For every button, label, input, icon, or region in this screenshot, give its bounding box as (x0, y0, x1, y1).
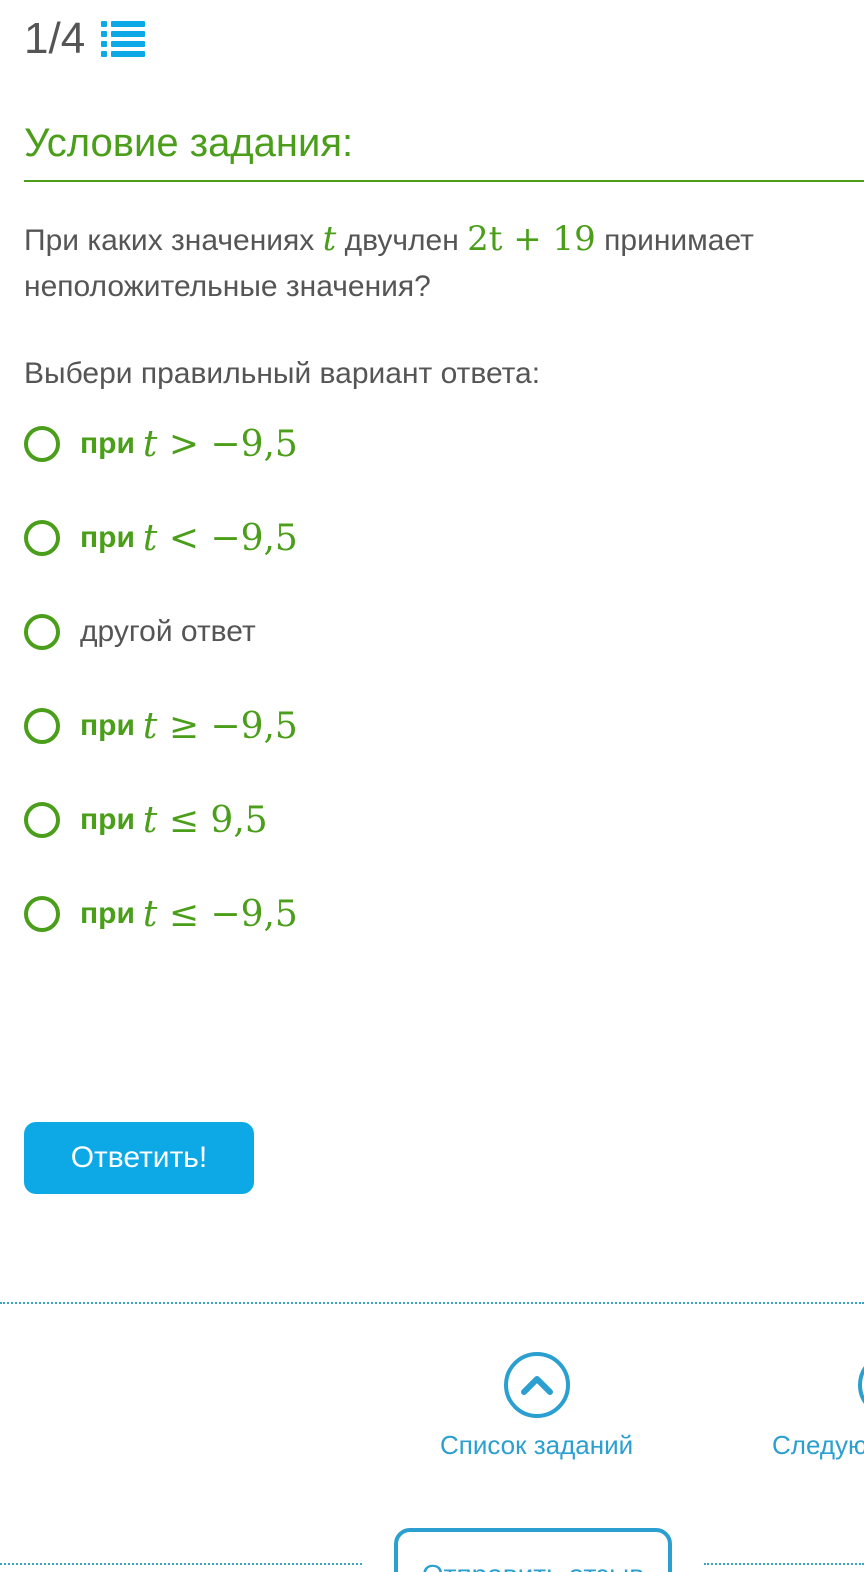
option-5[interactable]: при t ≤ 9,5 (24, 794, 844, 846)
task-page: 1/4 Условие задания: При каких значениях… (0, 0, 864, 1572)
next-task-label: Следую (772, 1430, 864, 1460)
answer-button[interactable]: Ответить! (24, 1122, 254, 1194)
next-task-link[interactable]: Следую (772, 1352, 864, 1461)
option-1[interactable]: при t > −9,5 (24, 418, 844, 470)
option-math: t ≤ −9,5 (142, 893, 298, 935)
question-text: При каких значениях t двучлен 2t + 19 пр… (24, 216, 824, 310)
task-heading: Условие задания: (24, 121, 354, 165)
chevron-up-icon[interactable] (503, 1352, 570, 1418)
feedback-divider-left (0, 1563, 362, 1565)
option-prefix: при (80, 897, 135, 930)
feedback-button[interactable]: Отправить отзыв (394, 1528, 672, 1572)
footer-divider (0, 1302, 864, 1304)
option-math: t ≤ 9,5 (142, 799, 268, 841)
question-part-2: двучлен (344, 224, 459, 257)
radio-circle-icon[interactable] (24, 802, 60, 838)
option-6[interactable]: при t ≤ −9,5 (24, 888, 844, 940)
option-4[interactable]: при t ≥ −9,5 (24, 700, 844, 752)
option-3[interactable]: другой ответ (24, 606, 844, 658)
chevron-right-icon[interactable] (858, 1352, 864, 1418)
radio-circle-icon[interactable] (24, 426, 60, 462)
option-prefix: при (80, 427, 135, 460)
option-math: t ≥ −9,5 (142, 705, 298, 747)
feedback-divider-right (704, 1563, 864, 1565)
radio-circle-icon[interactable] (24, 896, 60, 932)
heading-divider (24, 180, 864, 182)
answer-options: при t > −9,5 при t < −9,5 другой ответ п… (24, 418, 844, 982)
option-prefix: при (80, 521, 135, 554)
radio-circle-icon[interactable] (24, 708, 60, 744)
progress-counter: 1/4 (24, 14, 146, 64)
option-math: t < −9,5 (142, 517, 298, 559)
task-list-link[interactable]: Список заданий (440, 1352, 633, 1461)
option-2[interactable]: при t < −9,5 (24, 512, 844, 564)
task-list-label: Список заданий (440, 1430, 634, 1460)
option-text: другой ответ (80, 615, 256, 648)
question-part-1: При каких значениях (24, 224, 315, 257)
list-icon[interactable] (101, 19, 146, 59)
progress-text: 1/4 (24, 14, 86, 63)
question-variable: t (322, 219, 337, 259)
option-prefix: при (80, 709, 135, 742)
radio-circle-icon[interactable] (24, 614, 60, 650)
option-prefix: при (80, 803, 135, 836)
radio-circle-icon[interactable] (24, 520, 60, 556)
answer-instruction: Выбери правильный вариант ответа: (24, 357, 541, 390)
question-expression: 2t + 19 (467, 219, 596, 259)
option-math: t > −9,5 (142, 423, 298, 465)
